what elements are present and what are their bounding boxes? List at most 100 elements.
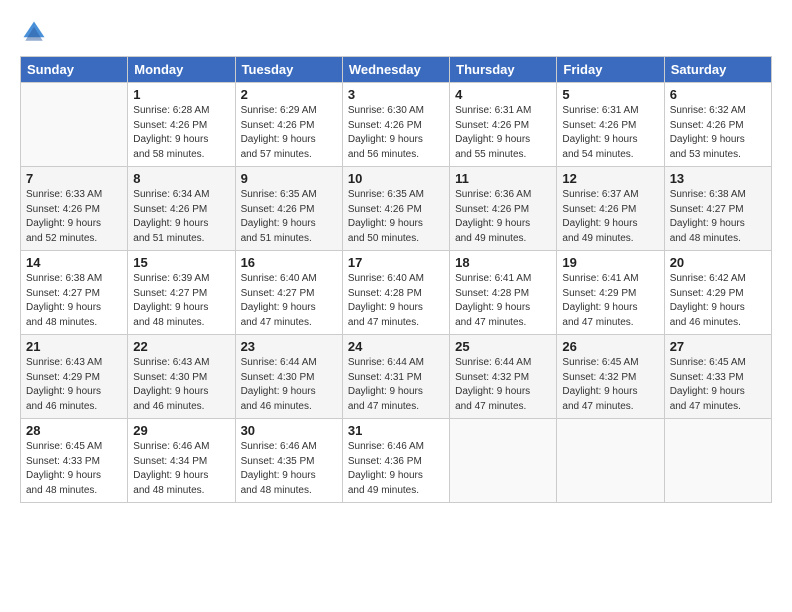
calendar-cell: 29 Sunrise: 6:46 AM Sunset: 4:34 PM Dayli… bbox=[128, 419, 235, 503]
day-info: Sunrise: 6:30 AM Sunset: 4:26 PM Dayligh… bbox=[348, 104, 444, 162]
day-info: Sunrise: 6:34 AM Sunset: 4:26 PM Dayligh… bbox=[133, 188, 229, 246]
day-info: Sunrise: 6:31 AM Sunset: 4:26 PM Dayligh… bbox=[455, 104, 551, 162]
day-info: Sunrise: 6:41 AM Sunset: 4:28 PM Dayligh… bbox=[455, 272, 551, 330]
calendar-cell: 5Sunrise: 6:31 AM Sunset: 4:26 PM Daylig… bbox=[557, 83, 664, 167]
calendar-cell: 15 Sunrise: 6:39 AM Sunset: 4:27 PM Dayli… bbox=[128, 251, 235, 335]
day-info: Sunrise: 6:29 AM Sunset: 4:26 PM Dayligh… bbox=[241, 104, 337, 162]
calendar-cell: 21 Sunrise: 6:43 AM Sunset: 4:29 PM Dayli… bbox=[21, 335, 128, 419]
calendar-cell: 13 Sunrise: 6:38 AM Sunset: 4:27 PM Dayli… bbox=[664, 167, 771, 251]
day-number: 15 bbox=[133, 255, 229, 270]
day-info: Sunrise: 6:45 AM Sunset: 4:32 PM Dayligh… bbox=[562, 356, 658, 414]
day-info: Sunrise: 6:28 AM Sunset: 4:26 PM Dayligh… bbox=[133, 104, 229, 162]
day-info: Sunrise: 6:35 AM Sunset: 4:26 PM Dayligh… bbox=[348, 188, 444, 246]
calendar-cell bbox=[664, 419, 771, 503]
day-number: 31 bbox=[348, 423, 444, 438]
calendar-cell: 23 Sunrise: 6:44 AM Sunset: 4:30 PM Dayli… bbox=[235, 335, 342, 419]
calendar: SundayMondayTuesdayWednesdayThursdayFrid… bbox=[20, 56, 772, 503]
day-number: 29 bbox=[133, 423, 229, 438]
calendar-cell: 1 Sunrise: 6:28 AM Sunset: 4:26 PM Daylig… bbox=[128, 83, 235, 167]
day-number: 5 bbox=[562, 87, 658, 102]
calendar-cell: 8 Sunrise: 6:34 AM Sunset: 4:26 PM Daylig… bbox=[128, 167, 235, 251]
logo bbox=[20, 18, 52, 46]
calendar-header-friday: Friday bbox=[557, 57, 664, 83]
day-number: 13 bbox=[670, 171, 766, 186]
calendar-header-sunday: Sunday bbox=[21, 57, 128, 83]
calendar-cell bbox=[450, 419, 557, 503]
calendar-cell bbox=[557, 419, 664, 503]
calendar-cell: 28Sunrise: 6:45 AM Sunset: 4:33 PM Dayli… bbox=[21, 419, 128, 503]
page: SundayMondayTuesdayWednesdayThursdayFrid… bbox=[0, 0, 792, 612]
day-number: 19 bbox=[562, 255, 658, 270]
calendar-cell: 6 Sunrise: 6:32 AM Sunset: 4:26 PM Daylig… bbox=[664, 83, 771, 167]
day-info: Sunrise: 6:43 AM Sunset: 4:29 PM Dayligh… bbox=[26, 356, 122, 414]
day-number: 4 bbox=[455, 87, 551, 102]
calendar-week-row: 14 Sunrise: 6:38 AM Sunset: 4:27 PM Dayli… bbox=[21, 251, 772, 335]
calendar-cell: 7Sunrise: 6:33 AM Sunset: 4:26 PM Daylig… bbox=[21, 167, 128, 251]
day-number: 8 bbox=[133, 171, 229, 186]
day-number: 21 bbox=[26, 339, 122, 354]
day-info: Sunrise: 6:38 AM Sunset: 4:27 PM Dayligh… bbox=[26, 272, 122, 330]
day-number: 10 bbox=[348, 171, 444, 186]
calendar-cell: 12 Sunrise: 6:37 AM Sunset: 4:26 PM Dayli… bbox=[557, 167, 664, 251]
day-number: 2 bbox=[241, 87, 337, 102]
calendar-cell: 27 Sunrise: 6:45 AM Sunset: 4:33 PM Dayli… bbox=[664, 335, 771, 419]
calendar-cell: 24 Sunrise: 6:44 AM Sunset: 4:31 PM Dayli… bbox=[342, 335, 449, 419]
day-info: Sunrise: 6:36 AM Sunset: 4:26 PM Dayligh… bbox=[455, 188, 551, 246]
day-number: 11 bbox=[455, 171, 551, 186]
calendar-cell: 14 Sunrise: 6:38 AM Sunset: 4:27 PM Dayli… bbox=[21, 251, 128, 335]
calendar-cell: 25 Sunrise: 6:44 AM Sunset: 4:32 PM Dayli… bbox=[450, 335, 557, 419]
calendar-cell: 20Sunrise: 6:42 AM Sunset: 4:29 PM Dayli… bbox=[664, 251, 771, 335]
calendar-cell: 18Sunrise: 6:41 AM Sunset: 4:28 PM Dayli… bbox=[450, 251, 557, 335]
day-number: 14 bbox=[26, 255, 122, 270]
day-number: 26 bbox=[562, 339, 658, 354]
day-info: Sunrise: 6:40 AM Sunset: 4:28 PM Dayligh… bbox=[348, 272, 444, 330]
day-number: 27 bbox=[670, 339, 766, 354]
calendar-week-row: 7Sunrise: 6:33 AM Sunset: 4:26 PM Daylig… bbox=[21, 167, 772, 251]
day-number: 7 bbox=[26, 171, 122, 186]
calendar-cell: 11 Sunrise: 6:36 AM Sunset: 4:26 PM Dayli… bbox=[450, 167, 557, 251]
calendar-header-wednesday: Wednesday bbox=[342, 57, 449, 83]
day-info: Sunrise: 6:44 AM Sunset: 4:32 PM Dayligh… bbox=[455, 356, 551, 414]
header bbox=[20, 18, 772, 46]
day-info: Sunrise: 6:44 AM Sunset: 4:30 PM Dayligh… bbox=[241, 356, 337, 414]
day-info: Sunrise: 6:45 AM Sunset: 4:33 PM Dayligh… bbox=[26, 440, 122, 498]
day-info: Sunrise: 6:40 AM Sunset: 4:27 PM Dayligh… bbox=[241, 272, 337, 330]
day-number: 1 bbox=[133, 87, 229, 102]
day-info: Sunrise: 6:39 AM Sunset: 4:27 PM Dayligh… bbox=[133, 272, 229, 330]
calendar-week-row: 1 Sunrise: 6:28 AM Sunset: 4:26 PM Daylig… bbox=[21, 83, 772, 167]
calendar-header-tuesday: Tuesday bbox=[235, 57, 342, 83]
day-info: Sunrise: 6:46 AM Sunset: 4:34 PM Dayligh… bbox=[133, 440, 229, 498]
calendar-cell: 10 Sunrise: 6:35 AM Sunset: 4:26 PM Dayli… bbox=[342, 167, 449, 251]
day-number: 9 bbox=[241, 171, 337, 186]
day-info: Sunrise: 6:37 AM Sunset: 4:26 PM Dayligh… bbox=[562, 188, 658, 246]
day-number: 24 bbox=[348, 339, 444, 354]
day-info: Sunrise: 6:32 AM Sunset: 4:26 PM Dayligh… bbox=[670, 104, 766, 162]
day-info: Sunrise: 6:35 AM Sunset: 4:26 PM Dayligh… bbox=[241, 188, 337, 246]
calendar-header-monday: Monday bbox=[128, 57, 235, 83]
calendar-cell: 31 Sunrise: 6:46 AM Sunset: 4:36 PM Dayli… bbox=[342, 419, 449, 503]
day-number: 25 bbox=[455, 339, 551, 354]
calendar-cell: 19Sunrise: 6:41 AM Sunset: 4:29 PM Dayli… bbox=[557, 251, 664, 335]
calendar-cell: 26 Sunrise: 6:45 AM Sunset: 4:32 PM Dayli… bbox=[557, 335, 664, 419]
logo-icon bbox=[20, 18, 48, 46]
calendar-cell bbox=[21, 83, 128, 167]
day-number: 6 bbox=[670, 87, 766, 102]
day-info: Sunrise: 6:38 AM Sunset: 4:27 PM Dayligh… bbox=[670, 188, 766, 246]
day-info: Sunrise: 6:42 AM Sunset: 4:29 PM Dayligh… bbox=[670, 272, 766, 330]
day-info: Sunrise: 6:45 AM Sunset: 4:33 PM Dayligh… bbox=[670, 356, 766, 414]
calendar-header-saturday: Saturday bbox=[664, 57, 771, 83]
calendar-cell: 16Sunrise: 6:40 AM Sunset: 4:27 PM Dayli… bbox=[235, 251, 342, 335]
day-info: Sunrise: 6:46 AM Sunset: 4:35 PM Dayligh… bbox=[241, 440, 337, 498]
day-info: Sunrise: 6:44 AM Sunset: 4:31 PM Dayligh… bbox=[348, 356, 444, 414]
day-number: 23 bbox=[241, 339, 337, 354]
calendar-header-thursday: Thursday bbox=[450, 57, 557, 83]
calendar-week-row: 21 Sunrise: 6:43 AM Sunset: 4:29 PM Dayli… bbox=[21, 335, 772, 419]
day-number: 12 bbox=[562, 171, 658, 186]
calendar-cell: 3 Sunrise: 6:30 AM Sunset: 4:26 PM Daylig… bbox=[342, 83, 449, 167]
day-number: 3 bbox=[348, 87, 444, 102]
calendar-header-row: SundayMondayTuesdayWednesdayThursdayFrid… bbox=[21, 57, 772, 83]
day-info: Sunrise: 6:46 AM Sunset: 4:36 PM Dayligh… bbox=[348, 440, 444, 498]
calendar-cell: 4 Sunrise: 6:31 AM Sunset: 4:26 PM Daylig… bbox=[450, 83, 557, 167]
calendar-cell: 17Sunrise: 6:40 AM Sunset: 4:28 PM Dayli… bbox=[342, 251, 449, 335]
calendar-cell: 22Sunrise: 6:43 AM Sunset: 4:30 PM Dayli… bbox=[128, 335, 235, 419]
